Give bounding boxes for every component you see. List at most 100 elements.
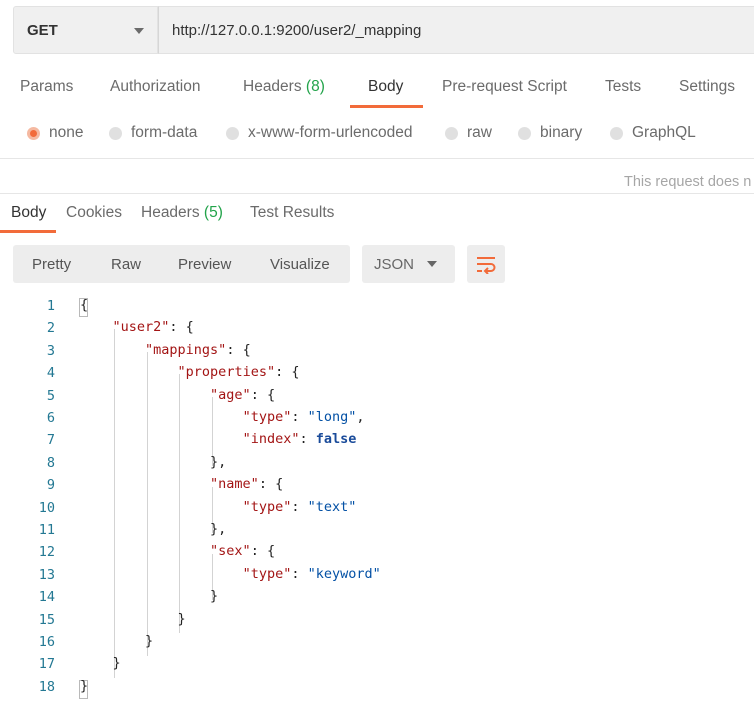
- radio-icon: [226, 126, 239, 140]
- code-text: "type": "text": [242, 498, 357, 515]
- code-text: }: [80, 655, 121, 672]
- radio-checked-icon: [27, 126, 40, 140]
- line-number: 18: [38, 678, 55, 695]
- code-line: 7 "index": false: [0, 429, 754, 452]
- code-text: "index": false: [242, 431, 357, 448]
- code-text: }: [80, 610, 186, 627]
- line-number: 12: [38, 544, 55, 561]
- view-preview-button[interactable]: Preview: [178, 256, 231, 273]
- code-text: {: [80, 297, 89, 313]
- tab-label: Headers: [141, 204, 200, 221]
- line-number: 6: [46, 410, 55, 426]
- line-number: 15: [38, 611, 55, 628]
- request-bar: GET http://127.0.0.1:9200/user2/_mapping: [13, 6, 754, 54]
- tab-headers[interactable]: Headers (8): [243, 78, 325, 96]
- code-text: },: [80, 521, 227, 537]
- url-text: http://127.0.0.1:9200/user2/_mapping: [172, 21, 422, 39]
- tab-label: Tests: [605, 78, 642, 95]
- response-body-editor[interactable]: 1{2 "user2": {3 "mappings": {4 "properti…: [0, 295, 754, 705]
- radio-icon: [610, 126, 623, 140]
- code-line: 14 }: [0, 586, 754, 609]
- wrap-lines-button[interactable]: [467, 245, 505, 283]
- radio-label: none: [49, 124, 84, 141]
- url-input[interactable]: http://127.0.0.1:9200/user2/_mapping: [158, 6, 754, 54]
- request-tabs: Params Authorization Headers (8) Body Pr…: [0, 70, 754, 110]
- chevron-down-icon: [427, 261, 437, 267]
- code-text: "properties": {: [177, 364, 300, 381]
- code-text: "type": "keyword": [242, 565, 381, 582]
- code-text: }: [80, 677, 89, 694]
- code-line: 3 "mappings": {: [0, 340, 754, 363]
- line-number: 7: [46, 432, 55, 449]
- response-tab-cookies[interactable]: Cookies: [66, 204, 122, 222]
- tab-params[interactable]: Params: [20, 78, 73, 96]
- code-text: },: [80, 453, 227, 470]
- code-line: 8 },: [0, 452, 754, 475]
- active-tab-indicator: [0, 230, 56, 233]
- radio-label: binary: [540, 124, 583, 141]
- code-text: "type": "long",: [242, 409, 365, 425]
- tab-body[interactable]: Body: [368, 78, 403, 96]
- line-number: 13: [38, 566, 55, 583]
- response-tab-test-results[interactable]: Test Results: [250, 204, 334, 222]
- line-number: 10: [38, 499, 55, 516]
- tab-settings[interactable]: Settings: [679, 78, 735, 96]
- tab-label: Body: [11, 204, 47, 221]
- headers-count: (5): [203, 204, 223, 221]
- radio-icon: [445, 126, 458, 140]
- tab-label: Authorization: [110, 78, 201, 95]
- radio-none[interactable]: none: [27, 124, 83, 142]
- code-text: "name": {: [210, 476, 284, 493]
- code-line: 16 }: [0, 631, 754, 654]
- code-line: 13 "type": "keyword": [0, 564, 754, 587]
- line-number: 4: [46, 365, 55, 382]
- line-number: 8: [46, 454, 55, 471]
- radio-form-data[interactable]: form-data: [109, 124, 197, 142]
- tab-label: Params: [20, 78, 74, 95]
- line-number: 17: [38, 656, 55, 673]
- radio-icon: [518, 126, 531, 140]
- code-text: "sex": {: [210, 543, 276, 560]
- radio-graphql[interactable]: GraphQL: [610, 124, 696, 142]
- code-text: }: [80, 588, 219, 605]
- divider: [0, 158, 754, 159]
- radio-binary[interactable]: binary: [518, 124, 582, 142]
- tab-label: Test Results: [250, 204, 335, 221]
- line-number: 16: [38, 634, 55, 650]
- tab-label: Pre-request Script: [442, 78, 567, 95]
- method-select[interactable]: GET: [13, 6, 158, 54]
- tab-authorization[interactable]: Authorization: [110, 78, 200, 96]
- divider: [0, 193, 754, 194]
- code-line: 1{: [0, 295, 754, 318]
- format-label: JSON: [374, 255, 415, 273]
- tab-label: Headers: [243, 78, 302, 95]
- radio-label: form-data: [131, 124, 198, 141]
- radio-label: x-www-form-urlencoded: [248, 124, 413, 141]
- code-line: 12 "sex": {: [0, 541, 754, 564]
- code-line: 9 "name": {: [0, 474, 754, 497]
- view-pretty-button[interactable]: Pretty: [32, 256, 71, 273]
- line-number: 2: [46, 320, 55, 337]
- code-line: 10 "type": "text": [0, 497, 754, 520]
- tab-tests[interactable]: Tests: [605, 78, 641, 96]
- view-raw-button[interactable]: Raw: [111, 256, 141, 273]
- tab-label: Settings: [679, 78, 736, 95]
- view-visualize-button[interactable]: Visualize: [270, 256, 330, 273]
- view-mode-group: Pretty Raw Preview Visualize: [13, 245, 350, 283]
- code-text: "mappings": {: [145, 341, 251, 358]
- code-line: 15 }: [0, 609, 754, 632]
- format-select[interactable]: JSON: [362, 245, 455, 283]
- line-number: 9: [46, 477, 55, 494]
- code-text: "age": {: [210, 386, 276, 403]
- radio-x-www-form-urlencoded[interactable]: x-www-form-urlencoded: [226, 124, 413, 142]
- headers-count: (8): [305, 78, 325, 95]
- active-tab-indicator: [350, 105, 423, 108]
- response-tab-headers[interactable]: Headers (5): [141, 204, 223, 222]
- response-tab-body[interactable]: Body: [11, 204, 46, 222]
- tab-label: Cookies: [66, 204, 122, 221]
- tab-pre-request-script[interactable]: Pre-request Script: [442, 78, 567, 96]
- radio-raw[interactable]: raw: [445, 124, 492, 142]
- chevron-down-icon: [134, 28, 144, 34]
- code-line: 11 },: [0, 519, 754, 542]
- code-line: 6 "type": "long",: [0, 407, 754, 430]
